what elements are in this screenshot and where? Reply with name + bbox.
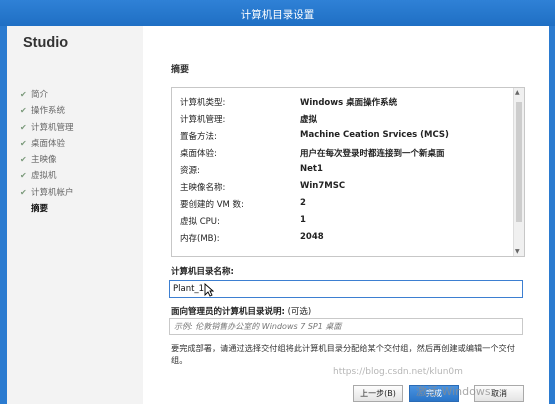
- checkmark-icon: ✔: [20, 90, 27, 99]
- wizard-steps: ✔ 简介 ✔ 操作系统 ✔ 计算机管理 ✔ 桌面体验 ✔ 主映像 ✔ 虚拟机 ✔ 计算机帐户 …: [20, 87, 74, 217]
- step-summary: 摘要: [31, 204, 49, 215]
- scroll-up-icon[interactable]: ▲: [515, 89, 520, 96]
- scroll-down-icon[interactable]: ▼: [515, 248, 520, 255]
- page-title: 摘要: [171, 65, 190, 75]
- summary-box: 计算机类型: Windows 桌面操作系统 计算机管理: 虚拟 置备方法: Machi…: [171, 87, 525, 257]
- checkmark-icon: ✔: [20, 155, 27, 165]
- back-button[interactable]: 上一步(B): [353, 385, 403, 402]
- checkmark-icon: ✔: [20, 122, 27, 132]
- catalog-name-label: 计算机目录名称:: [171, 267, 234, 277]
- step-virtual-machines: ✔ 虚拟机: [20, 168, 74, 184]
- main-panel: 摘要 计算机类型: Windows 桌面操作系统 计算机管理: 虚拟 置备方法: Ma…: [143, 26, 549, 404]
- checkmark-icon: ✔: [20, 171, 27, 181]
- scrollbar-thumb[interactable]: [516, 102, 522, 222]
- description-input[interactable]: [169, 318, 523, 335]
- checkmark-icon: ✔: [20, 187, 27, 197]
- mouse-cursor-icon: [204, 283, 215, 300]
- window-frame-right: [549, 26, 555, 404]
- checkmark-icon: ✔: [20, 138, 27, 148]
- step-master-image: ✔ 主映像: [20, 152, 74, 168]
- catalog-name-input[interactable]: [169, 280, 523, 298]
- step-intro: ✔ 简介: [20, 87, 74, 103]
- studio-brand: Studio: [23, 35, 69, 51]
- description-label: 面向管理员的计算机目录说明: (可选): [171, 307, 312, 317]
- checkmark-icon: ✔: [20, 106, 27, 116]
- step-machine-management: ✔ 计算机管理: [20, 120, 74, 136]
- title-bar: 计算机目录设置: [0, 0, 555, 26]
- step-os: ✔ 操作系统: [20, 103, 74, 119]
- deployment-note: 要完成部署，请通过选择交付组将此计算机目录分配给某个交付组，然后再创建或编辑一个…: [171, 343, 515, 365]
- url-watermark: https://blog.csdn.net/klun0m: [333, 367, 463, 377]
- window-frame-left: [0, 26, 7, 404]
- step-desktop-experience: ✔ 桌面体验: [20, 136, 74, 152]
- activation-watermark: 激活 Windows: [416, 385, 491, 398]
- window-title: 计算机目录设置: [240, 9, 315, 21]
- summary-scrollbar[interactable]: ▲ ▼: [513, 88, 524, 256]
- step-computer-accounts: ✔ 计算机帐户: [20, 185, 74, 201]
